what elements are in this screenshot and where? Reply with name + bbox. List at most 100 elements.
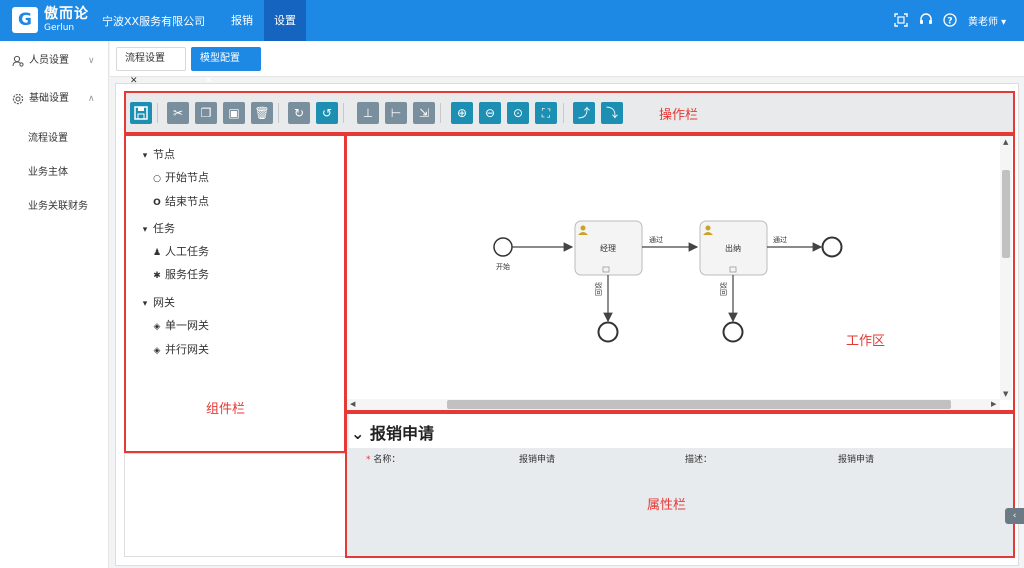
palette-label: 组件栏	[206, 402, 246, 417]
palette-item-label: 结束节点	[165, 195, 209, 208]
resize-icon[interactable]: ⇲	[413, 102, 435, 124]
process-diagram[interactable]: 开始 经理 通过 出纳 通过 驳回 驳回	[347, 136, 1000, 399]
zoom-in-icon[interactable]: ⊕	[451, 102, 473, 124]
desc-field-value[interactable]: 报销申请	[838, 452, 874, 465]
chevron-down-icon: ⌄	[351, 424, 365, 443]
start-node-icon: ○	[153, 174, 161, 184]
fit-icon[interactable]: ⛶	[535, 102, 557, 124]
start-event-label: 开始	[496, 262, 510, 271]
chevron-up-icon: ∧	[88, 94, 95, 104]
align-vertical-icon[interactable]: ⊥	[357, 102, 379, 124]
palette-item-label: 开始节点	[165, 171, 209, 184]
tab-process-settings[interactable]: 流程设置✕	[116, 47, 186, 86]
sidebar-item-business-entity[interactable]: 业务主体	[28, 163, 68, 178]
sidebar-group-basic[interactable]: 基础设置 ∧	[0, 81, 109, 117]
gear-icon	[12, 93, 24, 105]
company-name[interactable]: 宁波XX服务有限公司	[102, 13, 205, 29]
zoom-out-icon[interactable]: ⊖	[479, 102, 501, 124]
sidebar-item-process-settings[interactable]: 流程设置	[28, 129, 68, 144]
help-icon[interactable]: ?	[943, 13, 957, 27]
paste-icon[interactable]: ▣	[223, 102, 245, 124]
undo-icon[interactable]: ↺	[316, 102, 338, 124]
brand-name-en: Gerlun	[44, 23, 75, 33]
vertical-scroll-thumb[interactable]	[1002, 170, 1010, 258]
workarea-label: 工作区	[846, 334, 886, 349]
zoom-actual-icon[interactable]: ⊙	[507, 102, 529, 124]
headset-icon[interactable]	[919, 13, 933, 27]
toolbar: ✂ ❐ ▣ 🗑 ↻ ↺ ⊥ ⊢ ⇲ ⊕ ⊖ ⊙ ⛶ ⤴ ⤵	[124, 91, 1015, 134]
user-settings-icon	[12, 55, 24, 67]
start-event[interactable]	[493, 237, 513, 257]
flow-label: 通过	[649, 235, 663, 244]
required-mark: *	[366, 455, 371, 465]
sidebar-group-people[interactable]: 人员设置 ∨	[0, 43, 109, 79]
user-menu[interactable]: 黄老师 ▾	[968, 13, 1006, 28]
align-horizontal-icon[interactable]: ⊢	[385, 102, 407, 124]
palette-section-tasks[interactable]: ▾ 任务	[139, 220, 175, 236]
end-event[interactable]	[821, 236, 843, 258]
scroll-left-icon[interactable]: ◀	[350, 400, 355, 408]
palette-item-label: 单一网关	[165, 319, 209, 332]
collapse-handle-icon[interactable]: ‹	[1005, 508, 1024, 524]
sidebar: 人员设置 ∨ 基础设置 ∧ 流程设置 业务主体 业务关联财务	[0, 41, 109, 568]
palette-item-label: 服务任务	[165, 268, 209, 281]
exclusive-gateway-icon: ◈	[153, 322, 161, 332]
scroll-right-icon[interactable]: ▶	[991, 400, 996, 408]
user-icon	[705, 225, 711, 231]
sidebar-group-label: 人员设置	[29, 55, 69, 66]
logo-icon: G	[12, 7, 38, 33]
scroll-up-icon[interactable]: ▲	[1003, 138, 1008, 146]
palette-section-nodes[interactable]: ▾ 节点	[139, 146, 175, 162]
cut-icon[interactable]: ✂	[167, 102, 189, 124]
remove-sequence-flow-icon[interactable]: ⤵	[601, 102, 623, 124]
tab-bar: 流程设置✕ 模型配置✕	[110, 41, 1024, 86]
name-field-label: * 名称：	[366, 452, 400, 465]
gear-icon: ✱	[153, 271, 161, 281]
properties-title[interactable]: ⌄ 报销申请	[351, 420, 434, 444]
toolbar-separator	[343, 103, 344, 123]
flow-label: 驳回	[719, 282, 727, 296]
svg-text:?: ?	[947, 17, 952, 27]
add-sequence-flow-icon[interactable]: ⤴	[573, 102, 595, 124]
palette-empty-area	[124, 453, 346, 557]
properties-title-text: 报销申请	[369, 424, 434, 443]
copy-icon[interactable]: ❐	[195, 102, 217, 124]
palette-item-end-node[interactable]: O 结束节点	[151, 193, 209, 209]
scroll-down-icon[interactable]: ▼	[1003, 390, 1008, 398]
tab-label: 模型配置	[200, 53, 240, 64]
chevron-down-icon: ∨	[88, 56, 95, 66]
flow-label: 通过	[773, 235, 787, 244]
palette-item-parallel-gateway[interactable]: ◈ 并行网关	[151, 341, 209, 357]
name-field-value[interactable]: 报销申请	[519, 452, 555, 465]
end-event[interactable]	[722, 321, 744, 343]
palette-item-user-task[interactable]: ♟ 人工任务	[151, 243, 209, 259]
palette-item-service-task[interactable]: ✱ 服务任务	[151, 266, 209, 282]
palette-section-title: 节点	[153, 148, 175, 161]
save-icon[interactable]	[130, 102, 152, 124]
properties-label: 属性栏	[647, 498, 687, 513]
delete-icon[interactable]: 🗑	[251, 102, 273, 124]
palette-item-exclusive-gateway[interactable]: ◈ 单一网关	[151, 317, 209, 333]
sidebar-item-business-finance[interactable]: 业务关联财务	[28, 197, 88, 212]
palette-item-start-node[interactable]: ○ 开始节点	[151, 169, 209, 185]
palette-section-gateways[interactable]: ▾ 网关	[139, 294, 175, 310]
brand-name-cn: 傲而论	[44, 6, 89, 22]
palette-section-title: 任务	[153, 222, 175, 235]
toolbar-separator	[440, 103, 441, 123]
task-label: 经理	[600, 243, 616, 253]
nav-settings[interactable]: 设置	[264, 0, 306, 41]
palette-item-label: 人工任务	[165, 245, 209, 258]
palette-item-label: 并行网关	[165, 343, 209, 356]
user-icon: ♟	[152, 248, 162, 258]
toolbar-label: 操作栏	[659, 108, 699, 123]
end-event[interactable]	[597, 321, 619, 343]
redo-icon[interactable]: ↻	[288, 102, 310, 124]
tab-label: 流程设置	[125, 53, 165, 64]
properties-header	[349, 414, 1013, 448]
desc-field-label: 描述：	[685, 455, 713, 465]
nav-reimbursement[interactable]: 报销	[222, 0, 262, 41]
parallel-gateway-icon: ◈	[153, 346, 161, 356]
tab-model-config[interactable]: 模型配置✕	[191, 47, 261, 86]
horizontal-scroll-thumb[interactable]	[447, 400, 951, 409]
fullscreen-icon[interactable]	[894, 13, 908, 27]
